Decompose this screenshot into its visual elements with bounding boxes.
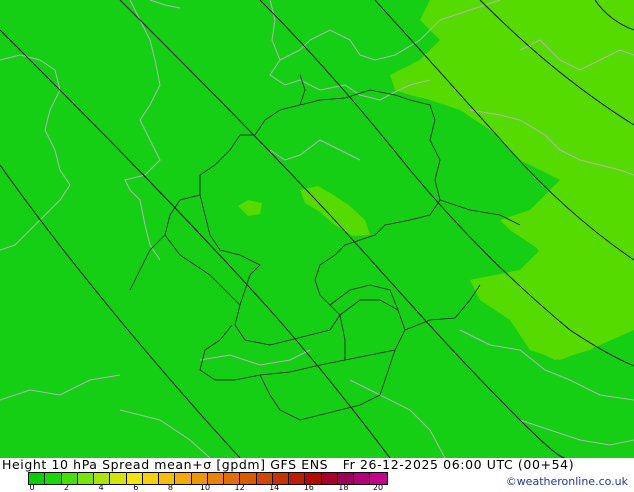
color-scale-tick-label: 20 (372, 483, 384, 492)
product-label: Height 10 hPa Spread mean+σ [gpdm] (2, 457, 266, 472)
color-swatch (321, 473, 338, 484)
color-scale-tick-label: 8 (167, 483, 173, 492)
color-scale-tick-label: 4 (98, 483, 104, 492)
valid-time-label: Fr 26-12-2025 06:00 UTC (00+54) (342, 457, 575, 472)
color-scale-tick-label: 10 (199, 483, 211, 492)
color-swatch (142, 473, 159, 484)
color-scale-tick-label: 0 (29, 483, 35, 492)
color-scale-tick-label: 18 (338, 483, 349, 492)
color-swatch (110, 473, 127, 484)
color-scale-tick-label: 12 (234, 483, 245, 492)
color-swatch (175, 473, 192, 484)
color-scale-tick-label: 2 (64, 483, 70, 492)
credit-link[interactable]: ©weatheronline.co.uk (506, 475, 628, 488)
color-scale-ticks: 0 2 4 6 8 10 12 14 16 18 20 (28, 483, 388, 492)
map-title: Height 10 hPa Spread mean+σ [gpdm] GFS E… (2, 458, 574, 472)
color-scale-tick-label: 14 (269, 483, 280, 492)
color-swatch (45, 473, 62, 484)
weather-map (0, 0, 634, 458)
footer-bar: Height 10 hPa Spread mean+σ [gpdm] GFS E… (0, 458, 634, 492)
model-label: GFS ENS (270, 457, 329, 472)
color-swatch (207, 473, 224, 484)
color-scale-tick-label: 16 (303, 483, 314, 492)
color-scale-tick-label: 6 (133, 483, 139, 492)
color-swatch (354, 473, 371, 484)
color-swatch (77, 473, 94, 484)
